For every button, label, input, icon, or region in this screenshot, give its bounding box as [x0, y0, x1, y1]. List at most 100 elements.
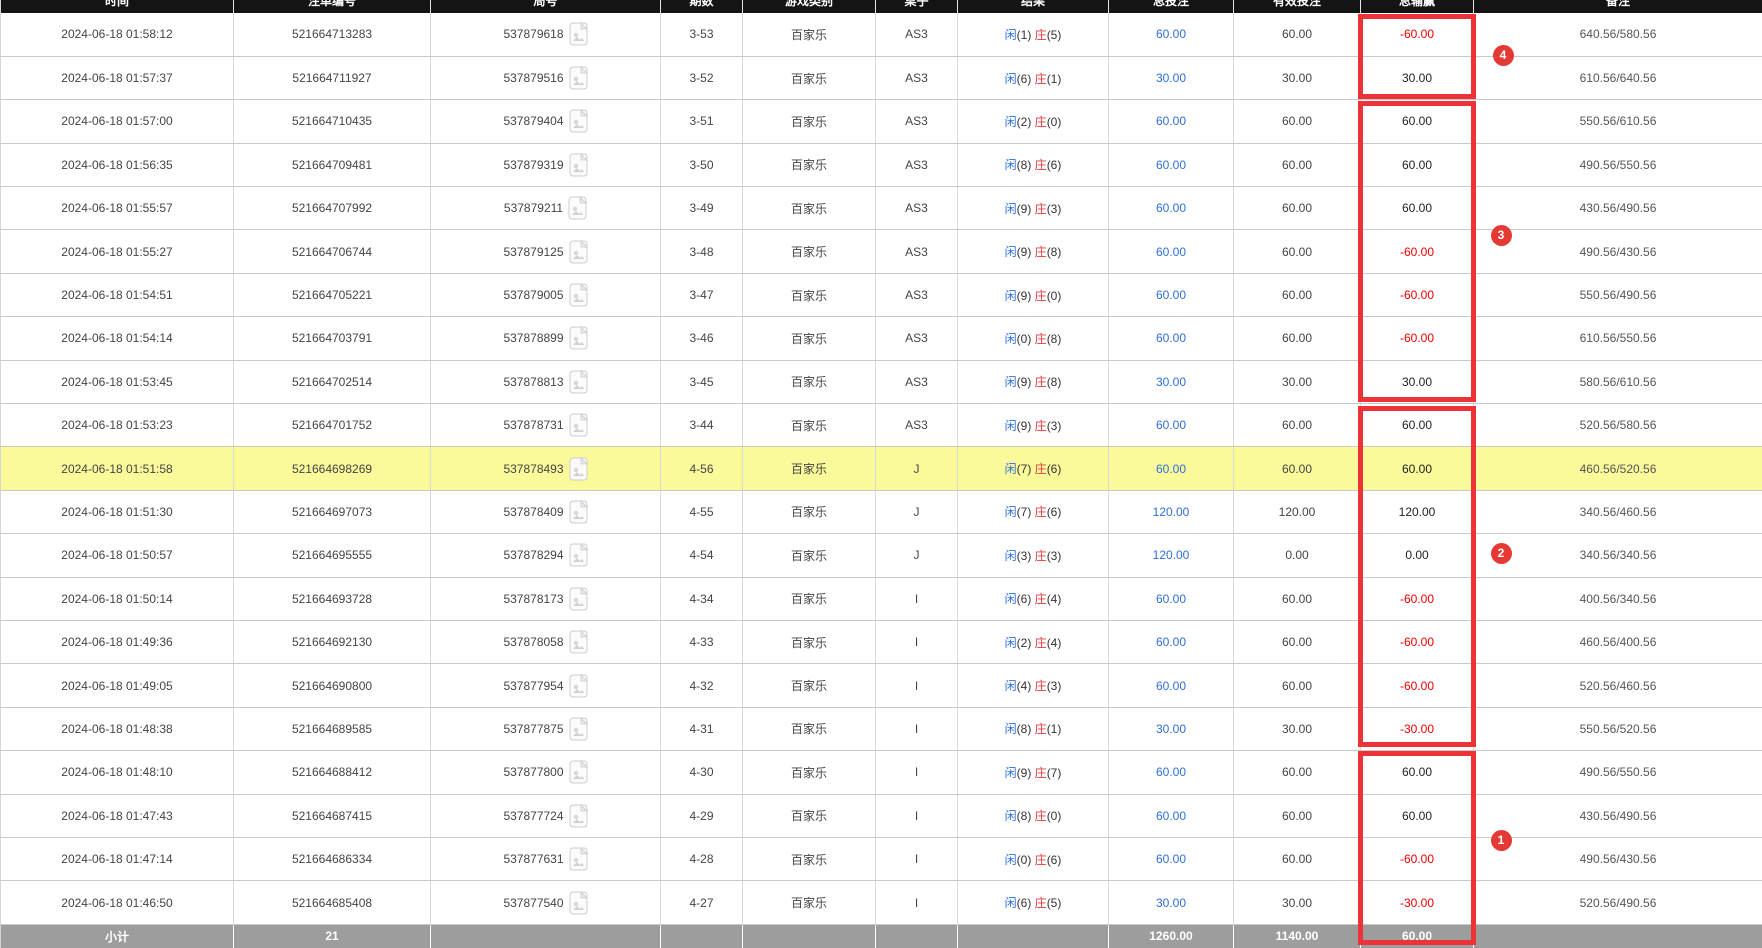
cell-win-loss: 30.00: [1361, 360, 1474, 403]
game-record-icon[interactable]: [569, 587, 588, 611]
game-record-icon[interactable]: [569, 804, 588, 828]
player-label: 闲: [1005, 766, 1017, 780]
cell-balance: 550.56/490.56: [1474, 273, 1762, 316]
cell-bet-number: 521664690800: [234, 664, 431, 707]
cell-win-loss: 60.00: [1361, 100, 1474, 143]
cell-total-bet: 60.00: [1109, 577, 1234, 620]
cell-bet-number: 521664711927: [234, 56, 431, 99]
game-record-icon[interactable]: [569, 370, 588, 394]
cell-win-loss: -60.00: [1361, 230, 1474, 273]
cell-total-bet: 60.00: [1109, 187, 1234, 230]
cell-win-loss: -60.00: [1361, 664, 1474, 707]
cell-bet-number: 521664688412: [234, 751, 431, 794]
cell-bet-number: 521664703791: [234, 317, 431, 360]
cell-balance: 520.56/580.56: [1474, 404, 1762, 447]
game-record-icon[interactable]: [569, 760, 588, 784]
banker-label: 庄: [1035, 419, 1047, 433]
cell-round-number: 537878173: [431, 577, 661, 620]
cell-total-bet: 60.00: [1109, 837, 1234, 880]
col-header-table: 桌子: [876, 0, 958, 13]
cell-balance: 640.56/580.56: [1474, 13, 1762, 56]
cell-balance: 490.56/430.56: [1474, 230, 1762, 273]
table-row: 2024-06-18 01:50:14 521664693728 5378781…: [1, 577, 1762, 620]
cell-time: 2024-06-18 01:51:30: [1, 490, 234, 533]
cell-table: AS3: [876, 273, 958, 316]
table-row: 2024-06-18 01:53:45 521664702514 5378788…: [1, 360, 1762, 403]
cell-valid-bet: 60.00: [1234, 837, 1361, 880]
cell-table: J: [876, 534, 958, 577]
col-header-round-number: 局号: [431, 0, 661, 13]
col-header-shoe: 期数: [661, 0, 743, 13]
game-record-icon[interactable]: [569, 457, 588, 481]
player-label: 闲: [1005, 505, 1017, 519]
cell-table: I: [876, 837, 958, 880]
game-record-icon[interactable]: [569, 543, 588, 567]
game-record-icon[interactable]: [569, 66, 588, 90]
game-record-icon[interactable]: [569, 413, 588, 437]
game-record-icon[interactable]: [568, 196, 587, 220]
player-label: 闲: [1005, 158, 1017, 172]
cell-result: 闲(2) 庄(4): [958, 620, 1109, 663]
cell-result: 闲(9) 庄(8): [958, 360, 1109, 403]
banker-label: 庄: [1035, 505, 1047, 519]
cell-win-loss: 60.00: [1361, 143, 1474, 186]
cell-game-type: 百家乐: [743, 360, 876, 403]
cell-valid-bet: 60.00: [1234, 317, 1361, 360]
cell-balance: 520.56/490.56: [1474, 881, 1762, 924]
game-record-icon[interactable]: [569, 630, 588, 654]
table-row: 2024-06-18 01:48:38 521664689585 5378778…: [1, 707, 1762, 750]
game-record-icon[interactable]: [569, 891, 588, 915]
cell-result: 闲(6) 庄(5): [958, 881, 1109, 924]
cell-result: 闲(1) 庄(5): [958, 13, 1109, 56]
player-label: 闲: [1005, 72, 1017, 86]
cell-win-loss: 30.00: [1361, 56, 1474, 99]
game-record-icon[interactable]: [569, 22, 588, 46]
cell-shoe: 4-29: [661, 794, 743, 837]
player-label: 闲: [1005, 549, 1017, 563]
cell-valid-bet: 60.00: [1234, 230, 1361, 273]
col-header-remark: 备注: [1474, 0, 1762, 13]
cell-result: 闲(7) 庄(6): [958, 447, 1109, 490]
game-record-icon[interactable]: [569, 153, 588, 177]
cell-total-bet: 60.00: [1109, 404, 1234, 447]
cell-table: AS3: [876, 56, 958, 99]
cell-bet-number: 521664705221: [234, 273, 431, 316]
cell-table: I: [876, 751, 958, 794]
banker-label: 庄: [1035, 636, 1047, 650]
cell-game-type: 百家乐: [743, 577, 876, 620]
game-record-icon[interactable]: [569, 717, 588, 741]
cell-bet-number: 521664692130: [234, 620, 431, 663]
cell-balance: 430.56/490.56: [1474, 794, 1762, 837]
table-row: 2024-06-18 01:46:50 521664685408 5378775…: [1, 881, 1762, 924]
footer-subtotal-label: 小计: [1, 924, 234, 948]
cell-game-type: 百家乐: [743, 187, 876, 230]
cell-result: 闲(2) 庄(0): [958, 100, 1109, 143]
col-header-game-type: 游戏类别: [743, 0, 876, 13]
cell-balance: 580.56/610.56: [1474, 360, 1762, 403]
cell-win-loss: 60.00: [1361, 447, 1474, 490]
cell-time: 2024-06-18 01:50:57: [1, 534, 234, 577]
cell-win-loss: -60.00: [1361, 317, 1474, 360]
cell-table: J: [876, 490, 958, 533]
footer-valid-bet: 1140.00: [1234, 924, 1361, 948]
game-record-icon[interactable]: [569, 500, 588, 524]
table-header: 时间 注单编号 局号 期数 游戏类别 桌子 结果 总投注 有效投注 总输赢 备注: [1, 0, 1762, 13]
game-record-icon[interactable]: [569, 240, 588, 264]
banker-label: 庄: [1035, 332, 1047, 346]
table-row: 2024-06-18 01:57:00 521664710435 5378794…: [1, 100, 1762, 143]
cell-balance: 550.56/520.56: [1474, 707, 1762, 750]
cell-game-type: 百家乐: [743, 56, 876, 99]
game-record-icon[interactable]: [569, 847, 588, 871]
cell-valid-bet: 60.00: [1234, 577, 1361, 620]
game-record-icon[interactable]: [569, 674, 588, 698]
banker-label: 庄: [1035, 592, 1047, 606]
player-label: 闲: [1005, 462, 1017, 476]
cell-table: AS3: [876, 143, 958, 186]
cell-round-number: 537879516: [431, 56, 661, 99]
player-label: 闲: [1005, 592, 1017, 606]
game-record-icon[interactable]: [569, 109, 588, 133]
game-record-icon[interactable]: [569, 326, 588, 350]
game-record-icon[interactable]: [569, 283, 588, 307]
cell-win-loss: -60.00: [1361, 577, 1474, 620]
col-header-valid-bet: 有效投注: [1234, 0, 1361, 13]
